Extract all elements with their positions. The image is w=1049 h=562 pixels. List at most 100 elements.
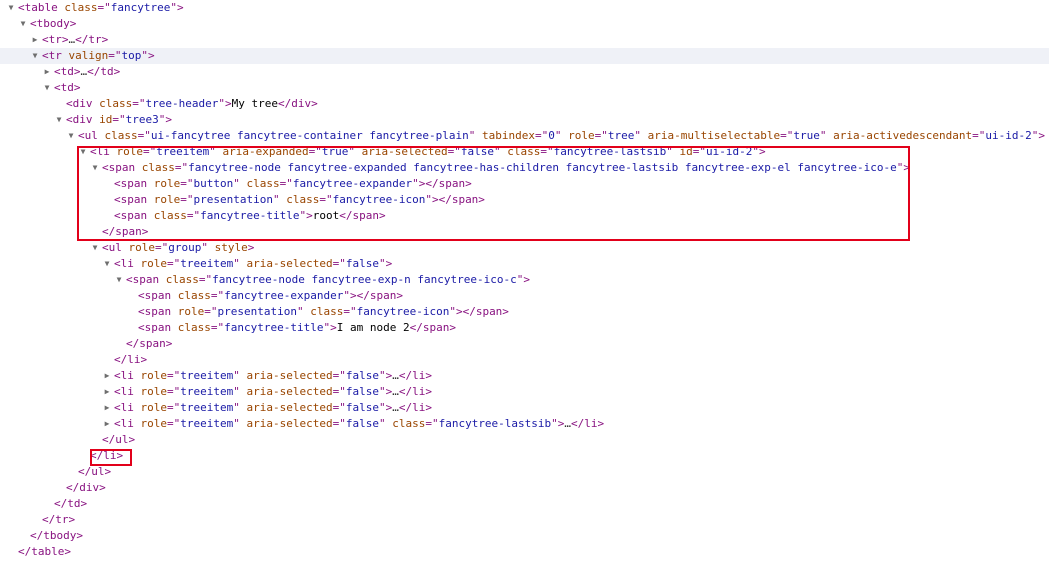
dom-node-row[interactable]: ▶ <tr>…</tr>	[0, 32, 1049, 48]
dom-node-row[interactable]: </table>	[0, 544, 1049, 560]
tag-token: ="	[97, 1, 111, 14]
collapsed-triangle-icon[interactable]: ▶	[30, 32, 40, 48]
dom-node-row[interactable]: ▼ <td>	[0, 80, 1049, 96]
attribute-value: presentation	[193, 193, 273, 206]
expanded-triangle-icon[interactable]: ▼	[66, 128, 76, 144]
dom-node-row[interactable]: <span role="presentation" class="fancytr…	[0, 304, 1049, 320]
dom-node-row[interactable]: </td>	[0, 496, 1049, 512]
dom-node-row[interactable]: </li>	[0, 448, 1049, 464]
attribute-name: class	[141, 161, 175, 174]
dom-node-row[interactable]: ▶ <li role="treeitem" aria-selected="fals…	[0, 400, 1049, 416]
dom-node-row[interactable]: ▶ <li role="treeitem" aria-selected="fals…	[0, 416, 1049, 432]
tag-token: ="	[180, 193, 194, 206]
tag-token: </tbody>	[30, 529, 83, 542]
collapsed-triangle-icon[interactable]: ▶	[42, 64, 52, 80]
text-node: I am node 2	[336, 321, 410, 334]
collapsed-triangle-icon[interactable]: ▶	[102, 400, 112, 416]
tag-token: <li	[114, 369, 141, 382]
tag-token: "	[494, 145, 508, 158]
tag-token: ="	[692, 145, 707, 158]
expanded-triangle-icon[interactable]: ▼	[90, 240, 100, 256]
dom-node-row[interactable]: </div>	[0, 480, 1049, 496]
expanded-triangle-icon[interactable]: ▼	[6, 0, 16, 16]
dom-node-row[interactable]: ▼ <span class="fancytree-node fancytree-e…	[0, 272, 1049, 288]
tag-token: "	[296, 305, 311, 318]
tag-token: <span	[114, 177, 154, 190]
dom-node-markup: <span class="fancytree-expander"></span>	[138, 288, 403, 304]
expanded-triangle-icon[interactable]: ▼	[18, 16, 28, 32]
dom-node-row[interactable]: ▼ <table class="fancytree">	[0, 0, 1049, 16]
attribute-value: false	[460, 145, 495, 158]
tag-token: ="	[540, 145, 554, 158]
attribute-value: top	[121, 49, 142, 62]
tag-token: ="	[332, 257, 346, 270]
attribute-value: ui-fancytree fancytree-container fancytr…	[150, 129, 469, 142]
tag-token: ="	[332, 369, 346, 382]
expanded-triangle-icon[interactable]: ▼	[30, 48, 40, 64]
dom-node-row[interactable]: </span>	[0, 336, 1049, 352]
dom-node-row[interactable]: ▼ <tbody>	[0, 16, 1049, 32]
dom-node-row[interactable]: </li>	[0, 352, 1049, 368]
attribute-value: true	[793, 129, 820, 142]
collapsed-triangle-icon[interactable]: ▶	[102, 416, 112, 432]
expanded-triangle-icon[interactable]: ▼	[114, 272, 124, 288]
attribute-value: treeitem	[180, 417, 234, 430]
tag-token: "	[233, 257, 247, 270]
dom-node-row[interactable]: ▶ <td>…</td>	[0, 64, 1049, 80]
tag-token: </span>	[339, 209, 386, 222]
expanded-triangle-icon[interactable]: ▼	[78, 144, 88, 160]
dom-node-row[interactable]: ▼ <tr valign="top">	[0, 48, 1049, 64]
tag-token: <span	[102, 161, 142, 174]
expanded-triangle-icon[interactable]: ▼	[90, 160, 100, 176]
attribute-name: aria-selected	[246, 401, 333, 414]
dom-node-markup: <span class="fancytree-title">root</span…	[114, 208, 386, 224]
attribute-name: aria-selected	[246, 417, 333, 430]
dom-node-row[interactable]: <span class="fancytree-expander"></span>	[0, 288, 1049, 304]
attribute-name: role	[140, 385, 168, 398]
dom-node-row[interactable]: </tr>	[0, 512, 1049, 528]
tag-token: "	[233, 177, 247, 190]
tag-token: "></span>	[449, 305, 509, 318]
dom-node-row[interactable]: ▶ <li role="treeitem" aria-selected="fals…	[0, 384, 1049, 400]
tag-token: </ul>	[78, 465, 112, 478]
dom-node-row[interactable]: <span role="button" class="fancytree-exp…	[0, 176, 1049, 192]
tag-token: ="	[167, 257, 181, 270]
dom-node-row[interactable]: <div class="tree-header">My tree</div>	[0, 96, 1049, 112]
expanded-triangle-icon[interactable]: ▼	[102, 256, 112, 272]
dom-node-row[interactable]: </span>	[0, 224, 1049, 240]
attribute-value: 0	[548, 129, 555, 142]
dom-node-markup: <tr>…</tr>	[42, 32, 108, 48]
tag-token: </li>	[398, 369, 432, 382]
dom-node-row[interactable]: <span class="fancytree-title">root</span…	[0, 208, 1049, 224]
dom-node-row[interactable]: ▼ <ul role="group" style>	[0, 240, 1049, 256]
tag-token: ="	[308, 145, 322, 158]
tag-token: <span	[138, 321, 178, 334]
dom-node-row[interactable]: ▼ <li role="treeitem" aria-selected="fals…	[0, 256, 1049, 272]
dom-node-markup: <td>…</td>	[54, 64, 120, 80]
dom-node-row[interactable]: ▼ <li role="treeitem" aria-expanded="true…	[0, 144, 1049, 160]
collapsed-triangle-icon[interactable]: ▶	[102, 384, 112, 400]
collapsed-triangle-icon[interactable]: ▶	[102, 368, 112, 384]
expanded-triangle-icon[interactable]: ▼	[54, 112, 64, 128]
tag-token: ="	[174, 161, 189, 174]
attribute-name: id	[679, 145, 693, 158]
attribute-value: fancytree-node fancytree-expanded fancyt…	[188, 161, 897, 174]
attribute-value: tree-header	[145, 97, 219, 110]
dom-node-row[interactable]: ▶ <li role="treeitem" aria-selected="fals…	[0, 368, 1049, 384]
dom-node-markup: <li role="treeitem" aria-selected="false…	[114, 256, 392, 272]
dom-node-row[interactable]: </ul>	[0, 464, 1049, 480]
dom-node-row[interactable]: </tbody>	[0, 528, 1049, 544]
expanded-triangle-icon[interactable]: ▼	[42, 80, 52, 96]
dom-node-row[interactable]: <span role="presentation" class="fancytr…	[0, 192, 1049, 208]
dom-node-row[interactable]: ▼ <div id="tree3">	[0, 112, 1049, 128]
dom-node-row[interactable]: ▼ <ul class="ui-fancytree fancytree-conta…	[0, 128, 1049, 144]
tag-token: </span>	[126, 337, 173, 350]
attribute-value: ui-id-2	[706, 145, 753, 158]
dom-node-row[interactable]: ▼ <span class="fancytree-node fancytree-e…	[0, 160, 1049, 176]
attribute-value: false	[345, 417, 379, 430]
attribute-value: false	[345, 401, 379, 414]
dom-node-row[interactable]: <span class="fancytree-title">I am node …	[0, 320, 1049, 336]
attribute-name: aria-selected	[246, 369, 333, 382]
tag-token: <tr>	[42, 33, 69, 46]
dom-node-row[interactable]: </ul>	[0, 432, 1049, 448]
